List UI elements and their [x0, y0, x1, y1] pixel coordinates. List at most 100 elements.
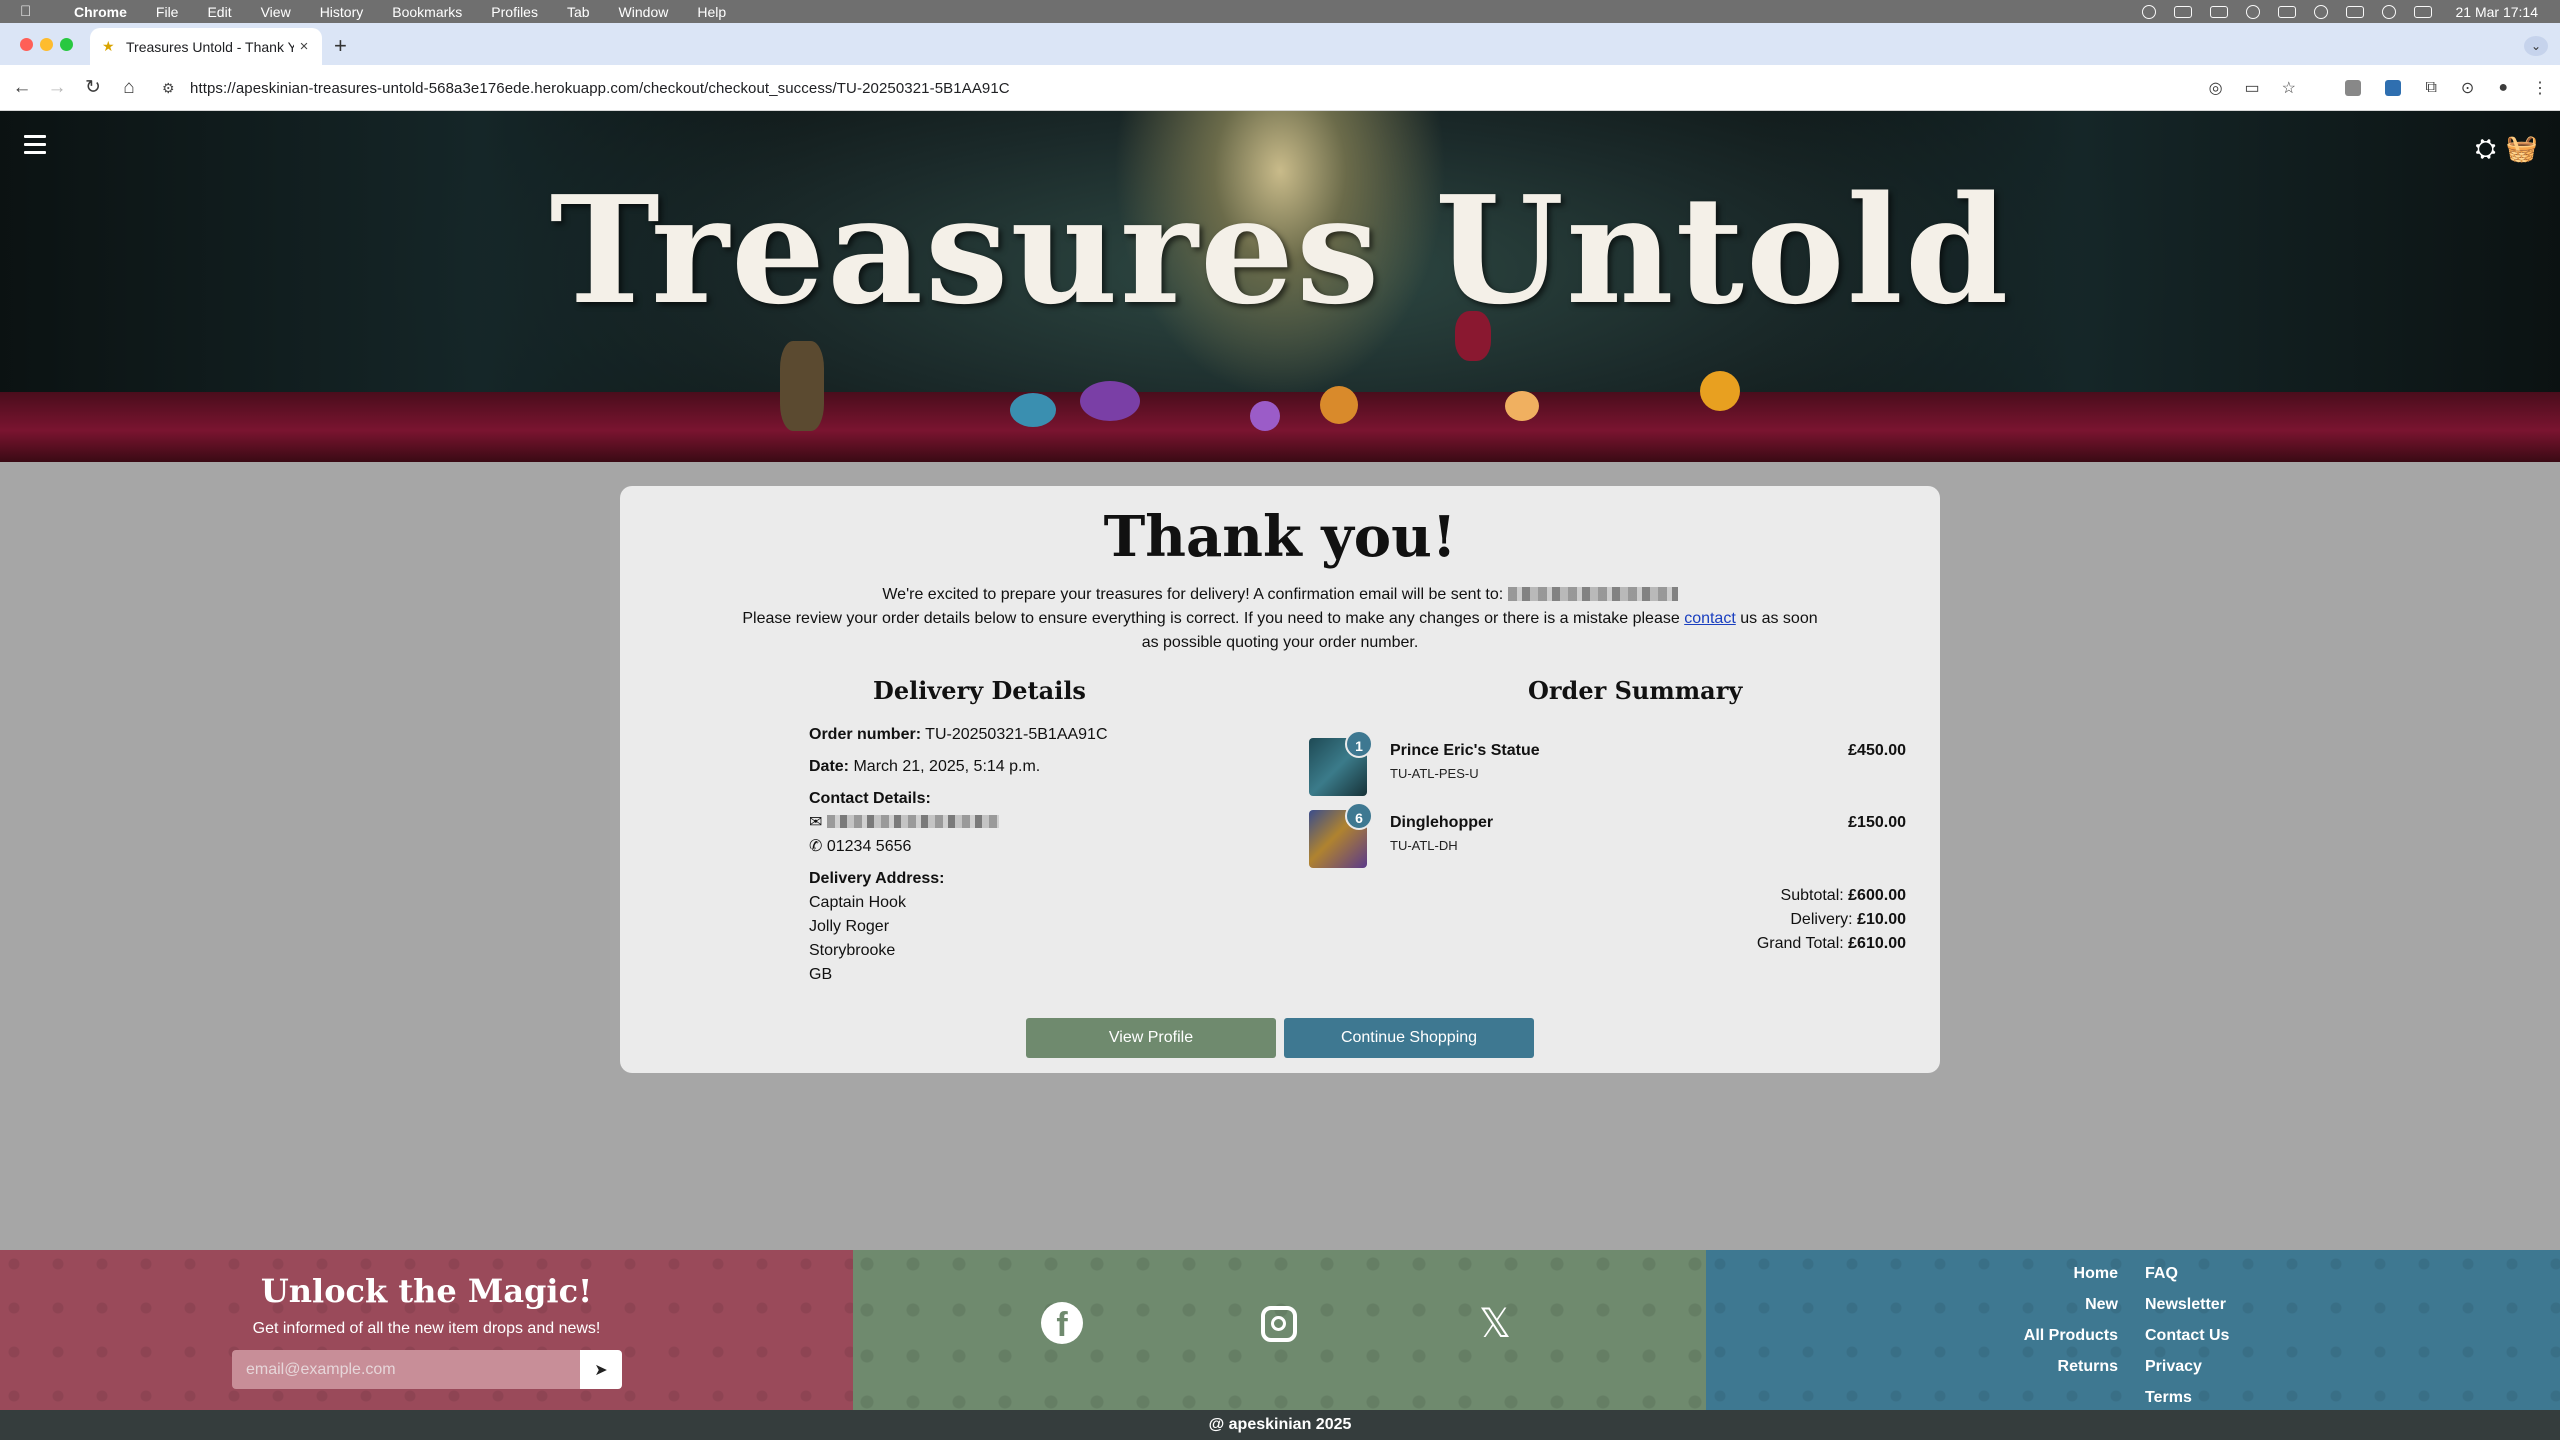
footer-link-faq[interactable]: FAQ — [2145, 1258, 2229, 1289]
apple-icon[interactable]:  — [20, 3, 40, 20]
wifi-icon[interactable] — [2381, 4, 2396, 19]
notion-icon[interactable] — [2173, 5, 2192, 18]
address-line: Captain Hook — [809, 894, 906, 911]
browser-tabstrip — [0, 23, 2560, 65]
menubar-clock[interactable]: 21 Mar 17:14 — [2456, 4, 2539, 20]
new-tab-icon[interactable]: + — [334, 33, 347, 59]
newsletter-submit-button[interactable]: ➤ — [580, 1350, 622, 1389]
browser-tab-active[interactable]: ★ Treasures Untold - Thank You × — [90, 28, 322, 65]
phone-icon: ✆ — [809, 838, 823, 855]
product-name: Dinglehopper — [1390, 814, 1494, 831]
home-icon[interactable]: ⌂ — [115, 74, 143, 102]
footer-link-returns[interactable]: Returns — [2024, 1351, 2118, 1382]
view-profile-button[interactable]: View Profile — [1026, 1018, 1276, 1058]
cloud-icon[interactable] — [2141, 4, 2156, 19]
delivery-address: Delivery Address: Captain Hook Jolly Rog… — [809, 867, 1108, 987]
control-center-icon[interactable] — [2413, 5, 2432, 18]
site-logo[interactable]: Treasures Untold — [0, 163, 2560, 337]
menu-help[interactable]: Help — [697, 4, 726, 20]
address-bar[interactable]: ⚙ https://apeskinian-treasures-untold-56… — [150, 71, 2310, 105]
menu-file[interactable]: File — [156, 4, 179, 20]
tab-close-icon[interactable]: × — [294, 38, 314, 55]
puzzle-icon[interactable]: ⧉ — [2425, 79, 2436, 97]
calendar-icon[interactable] — [2209, 5, 2228, 18]
urn-bronze — [780, 341, 824, 431]
basket-icon[interactable]: 🧺 — [2506, 133, 2538, 164]
minimize-window-icon[interactable] — [40, 38, 53, 51]
checkout-success-card: Thank you! We're excited to prepare your… — [620, 486, 1940, 1073]
instagram-icon[interactable] — [1257, 1302, 1301, 1346]
menu-edit[interactable]: Edit — [207, 4, 231, 20]
contact-link[interactable]: contact — [1684, 610, 1736, 627]
order-number-value: TU-20250321-5B1AA91C — [925, 726, 1108, 743]
menu-window[interactable]: Window — [619, 4, 669, 20]
date-value: March 21, 2025, 5:14 p.m. — [853, 758, 1041, 775]
omnibox-actions: ◎ ▭ ☆ — [2209, 71, 2310, 105]
eye-slash-icon[interactable]: ◎ — [2209, 78, 2223, 98]
newsletter-email-input[interactable] — [232, 1350, 580, 1389]
phone-value: 01234 5656 — [826, 838, 912, 855]
extension-icon[interactable] — [2345, 80, 2362, 96]
extension-photos-icon[interactable] — [2385, 80, 2402, 96]
grand-total-label: Grand Total: — [1756, 935, 1844, 952]
tab-title: Treasures Untold - Thank You — [126, 38, 294, 55]
footer-link-contact-us[interactable]: Contact Us — [2145, 1320, 2229, 1351]
kebab-menu-icon[interactable]: ⋮ — [2532, 78, 2548, 98]
footer-link-home[interactable]: Home — [2024, 1258, 2118, 1289]
site-footer: Unlock the Magic! Get informed of all th… — [0, 1250, 2560, 1410]
site-info-icon[interactable]: ⚙ — [162, 80, 180, 97]
subtotal-value: £600.00 — [1848, 887, 1906, 904]
treasure-table — [0, 392, 2560, 462]
back-icon[interactable]: ← — [8, 74, 36, 102]
zoom-window-icon[interactable] — [60, 38, 73, 51]
footer-link-terms[interactable]: Terms — [2145, 1382, 2229, 1413]
cast-icon[interactable] — [2277, 5, 2296, 18]
close-window-icon[interactable] — [20, 38, 33, 51]
newsletter-form: ➤ — [232, 1350, 622, 1389]
footer-link-privacy[interactable]: Privacy — [2145, 1351, 2229, 1382]
footer-link-newsletter[interactable]: Newsletter — [2145, 1289, 2229, 1320]
contact-label: Contact Details: — [809, 790, 931, 807]
intro-line-1: We're excited to prepare your treasures … — [882, 586, 1504, 603]
footer-link-new[interactable]: New — [2024, 1289, 2118, 1320]
menu-app[interactable]: Chrome — [74, 4, 127, 20]
profile-avatar-icon[interactable]: ● — [2498, 79, 2508, 97]
menu-tab[interactable]: Tab — [567, 4, 590, 20]
menu-profiles[interactable]: Profiles — [491, 4, 538, 20]
order-totals: Subtotal: £600.00 Delivery: £10.00 Grand… — [1757, 884, 1906, 956]
menu-bookmarks[interactable]: Bookmarks — [392, 4, 462, 20]
media-icon[interactable]: ⊙ — [2461, 78, 2474, 98]
subtotal-label: Subtotal: — [1780, 887, 1844, 904]
product-sku: TU-ATL-DH — [1390, 838, 1458, 853]
wizard-account-icon[interactable]: ⛭ — [2475, 133, 2496, 165]
user-group-icon[interactable] — [2245, 4, 2260, 19]
intro-line-2-pre: Please review your order details below t… — [742, 610, 1680, 627]
forward-icon[interactable]: → — [43, 74, 71, 102]
footer-links-right: FAQ Newsletter Contact Us Privacy Terms — [2145, 1258, 2229, 1413]
reload-icon[interactable]: ↻ — [79, 74, 107, 102]
x-twitter-icon[interactable]: 𝕏 — [1473, 1302, 1517, 1346]
record-icon[interactable] — [2313, 4, 2328, 19]
envelope-icon: ✉ — [809, 814, 823, 831]
grand-total-row: Grand Total: £610.00 — [1757, 932, 1906, 956]
orb-amber — [1320, 386, 1358, 424]
bookmark-star-icon[interactable]: ☆ — [2282, 78, 2296, 98]
date-row: Date: March 21, 2025, 5:14 p.m. — [809, 755, 1108, 779]
footer-link-all-products[interactable]: All Products — [2024, 1320, 2118, 1351]
hamburger-menu-icon[interactable] — [24, 135, 46, 159]
facebook-icon[interactable]: f — [1041, 1302, 1085, 1346]
menu-history[interactable]: History — [320, 4, 364, 20]
battery-icon[interactable] — [2345, 5, 2364, 18]
line-price: £150.00 — [1848, 814, 1906, 831]
order-number-row: Order number: TU-20250321-5B1AA91C — [809, 723, 1108, 747]
delivery-details: Order number: TU-20250321-5B1AA91C Date:… — [809, 723, 1108, 995]
continue-shopping-button[interactable]: Continue Shopping — [1284, 1018, 1534, 1058]
quantity-badge: 6 — [1345, 802, 1373, 830]
order-summary-heading: Order Summary — [1528, 676, 1743, 705]
paper-plane-icon: ➤ — [594, 1361, 608, 1379]
url-text[interactable]: https://apeskinian-treasures-untold-568a… — [190, 80, 1010, 97]
menu-view[interactable]: View — [261, 4, 291, 20]
tab-search-icon[interactable]: ⌄ — [2524, 36, 2548, 56]
card-icon[interactable]: ▭ — [2245, 78, 2260, 98]
extensions-area: ⧉ ⊙ ● ⋮ — [2345, 74, 2548, 102]
